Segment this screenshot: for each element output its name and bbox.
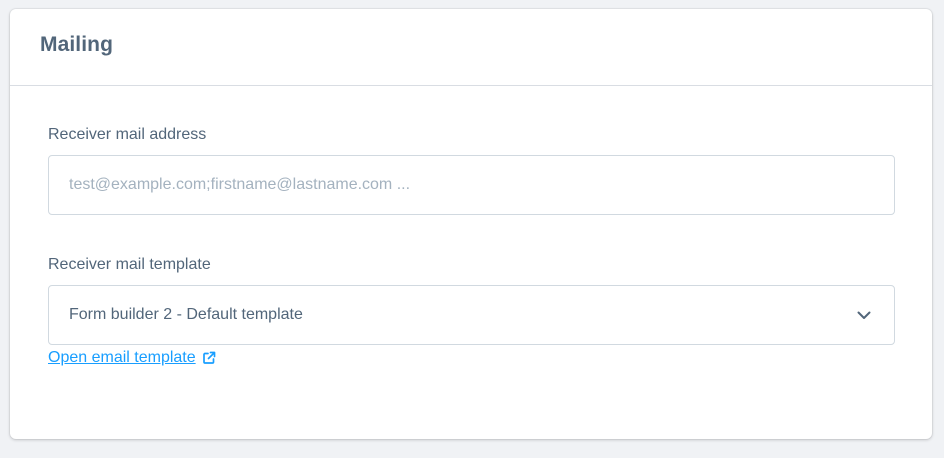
receiver-mail-template-label: Receiver mail template xyxy=(48,256,211,273)
open-email-template-link[interactable]: Open email template xyxy=(48,349,216,367)
chevron-down-icon xyxy=(856,307,872,323)
card-title: Mailing xyxy=(40,33,114,56)
select-value: Form builder 2 - Default template xyxy=(69,306,303,323)
card-header: Mailing xyxy=(10,9,932,86)
receiver-mail-address-input[interactable] xyxy=(48,155,895,215)
external-link-icon xyxy=(202,351,216,365)
receiver-mail-address-label: Receiver mail address xyxy=(48,126,207,143)
open-email-template-label: Open email template xyxy=(48,349,196,366)
receiver-mail-template-select[interactable]: Form builder 2 - Default template xyxy=(48,285,895,345)
mailing-card: Mailing Receiver mail address Receiver m… xyxy=(10,9,932,439)
